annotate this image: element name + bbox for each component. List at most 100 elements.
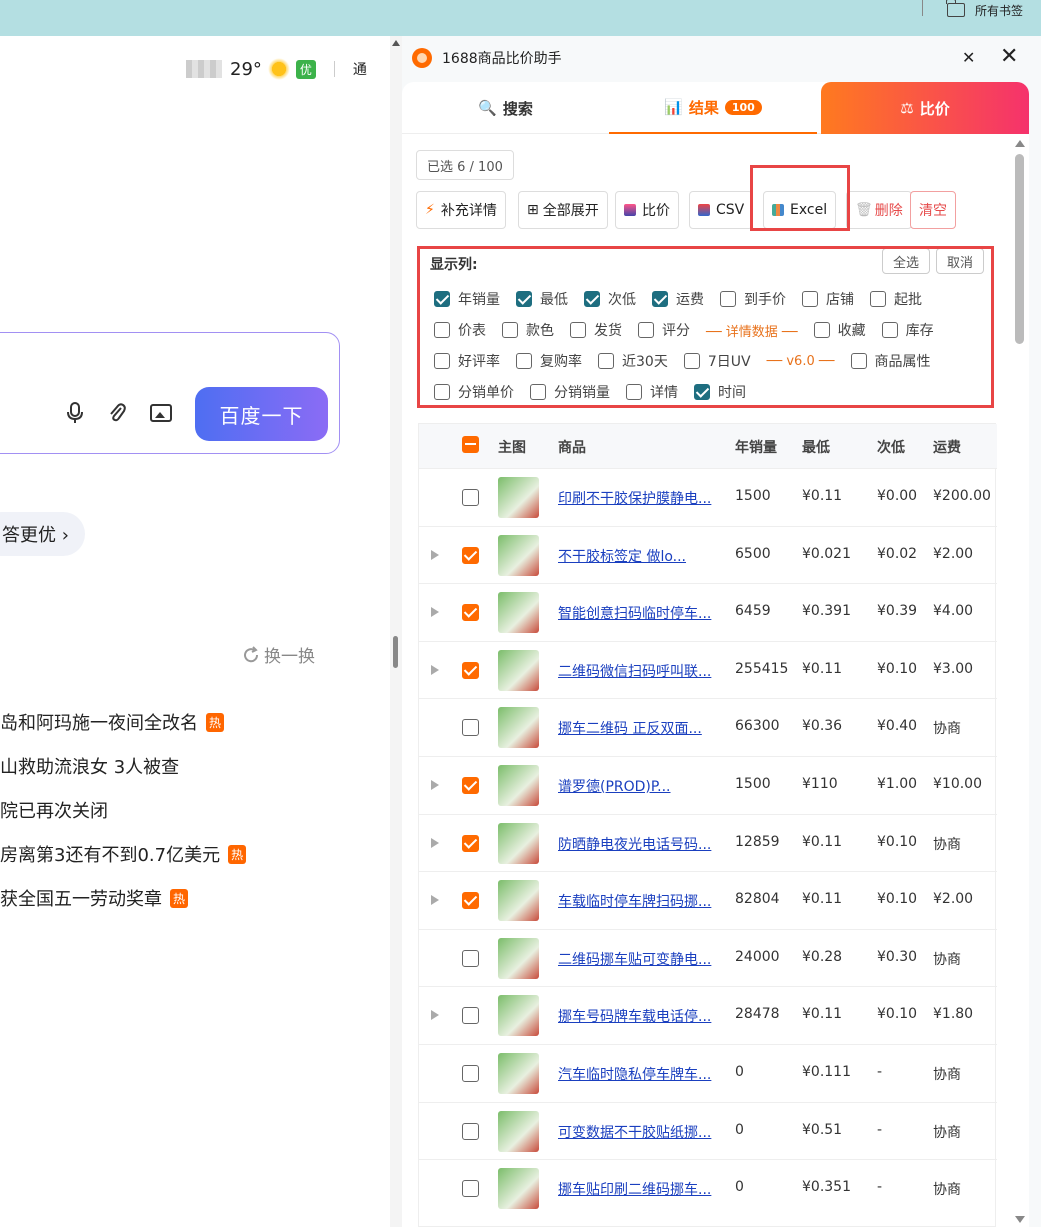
product-link[interactable]: 防晒静电夜光电话号码... [558,834,711,854]
csv-button[interactable]: CSV [689,191,754,229]
table-row[interactable]: 不干胶标签定 做lo... 6500 ¥0.021 ¥0.02 ¥2.00 [419,525,997,584]
expand-arrow-icon[interactable] [431,780,439,790]
expand-arrow-icon[interactable] [431,1010,439,1021]
row-checkbox[interactable] [462,834,479,852]
product-link[interactable]: 挪车贴印刷二维码挪车... [558,1179,711,1199]
product-thumbnail[interactable] [498,1053,539,1094]
product-thumbnail[interactable] [498,995,539,1037]
header-second[interactable]: 次低 [877,437,905,457]
row-checkbox[interactable] [462,1007,479,1025]
row-checkbox[interactable] [462,661,479,679]
header-product[interactable]: 商品 [558,437,586,457]
product-thumbnail[interactable] [498,937,539,979]
row-checkbox[interactable] [462,1122,479,1140]
sales-cell: 82804 [735,891,780,908]
microphone-icon[interactable] [66,402,84,424]
table-row[interactable]: 印刷不干胶保护膜静电... 1500 ¥0.11 ¥0.00 ¥200.00 [419,468,997,526]
fill-details-button[interactable]: ⚡ 补充详情 [416,191,506,229]
delete-button[interactable]: 🗑 删除 [846,191,912,229]
product-link[interactable]: 可变数据不干胶贴纸挪... [558,1122,711,1142]
product-thumbnail[interactable] [498,822,539,864]
close-icon[interactable]: ✕ [1000,44,1018,69]
table-row[interactable]: 谱罗德(PROD)P... 1500 ¥110 ¥1.00 ¥10.00 [419,756,997,814]
tab-result[interactable]: 📊 结果 100 [609,82,817,134]
hot-item[interactable]: 山救助流浪女 3人被查 [0,744,246,788]
compare-button[interactable]: 比价 [615,191,679,229]
product-link[interactable]: 挪车二维码 正反双面... [558,718,702,738]
expand-arrow-icon[interactable] [431,549,439,560]
row-checkbox[interactable] [462,1180,479,1198]
baidu-search-button[interactable]: 百度一下 [195,387,328,441]
expand-arrow-icon[interactable] [431,837,439,848]
product-link[interactable]: 谱罗德(PROD)P... [558,776,671,796]
scroll-up-arrow-icon[interactable] [392,40,400,46]
scroll-up-arrow-icon[interactable] [1015,140,1025,147]
hot-item[interactable]: 房离第3还有不到0.7亿美元热 [0,832,247,876]
highlight-box-columns [417,246,994,408]
row-checkbox[interactable] [462,777,479,794]
unpin-icon[interactable]: ✕ [962,48,975,67]
image-search-icon[interactable] [150,404,172,422]
hot-item[interactable]: 获全国五一劳动奖章热 [0,876,246,920]
product-link[interactable]: 不干胶标签定 做lo... [558,546,686,566]
product-thumbnail[interactable] [498,707,539,749]
header-lowest[interactable]: 最低 [802,437,830,457]
product-link[interactable]: 二维码挪车贴可变静电... [558,949,711,969]
product-thumbnail[interactable] [498,649,539,691]
product-thumbnail[interactable] [498,1168,539,1210]
product-thumbnail[interactable] [498,880,539,922]
tab-compare[interactable]: ⚖ 比价 [821,82,1029,134]
table-row[interactable]: 智能创意扫码临时停车... 6459 ¥0.391 ¥0.39 ¥4.00 [419,583,997,641]
expand-arrow-icon[interactable] [431,664,439,675]
header-shipping[interactable]: 运费 [933,437,961,457]
table-row[interactable]: 挪车号码牌车载电话停... 28478 ¥0.11 ¥0.10 ¥1.80 [419,986,997,1044]
row-checkbox[interactable] [462,546,479,564]
table-row[interactable]: 可变数据不干胶贴纸挪... 0 ¥0.51 - 协商 [419,1101,997,1160]
row-checkbox[interactable] [462,892,479,910]
product-link[interactable]: 智能创意扫码临时停车... [558,603,711,623]
table-row[interactable]: 汽车临时隐私停车牌车... 0 ¥0.111 - 协商 [419,1044,997,1102]
product-thumbnail[interactable] [498,765,539,806]
row-checkbox[interactable] [462,719,479,737]
expand-arrow-icon[interactable] [431,607,439,618]
refresh-hot-button[interactable]: 换一换 [242,642,315,667]
product-thumbnail[interactable] [498,592,539,634]
scroll-down-arrow-icon[interactable] [1015,1216,1025,1223]
scroll-thumb[interactable] [1015,154,1024,344]
hot-search-list: 岛和阿玛施一夜间全改名热 山救助流浪女 3人被查 院已再次关闭 房离第3还有不到… [0,700,247,920]
product-link[interactable]: 车载临时停车牌扫码挪... [558,891,711,911]
row-checkbox[interactable] [462,949,479,967]
table-row[interactable]: 防晒静电夜光电话号码... 12859 ¥0.11 ¥0.10 协商 [419,813,997,872]
all-bookmarks-button[interactable]: 所有书签 [946,0,1023,20]
answer-chip[interactable]: 答更优 › [0,512,85,556]
header-sales[interactable]: 年销量 [735,437,777,457]
expand-all-button[interactable]: ⊞ 全部展开 [518,191,608,229]
product-link[interactable]: 二维码微信扫码呼叫联... [558,661,711,681]
attachment-icon[interactable] [108,402,126,424]
table-row[interactable]: 二维码挪车贴可变静电... 24000 ¥0.28 ¥0.30 协商 [419,928,997,987]
row-checkbox[interactable] [462,489,479,506]
table-row[interactable]: 二维码微信扫码呼叫联... 255415 ¥0.11 ¥0.10 ¥3.00 [419,640,997,699]
product-thumbnail[interactable] [498,1110,539,1152]
table-row[interactable]: 挪车二维码 正反双面... 66300 ¥0.36 ¥0.40 协商 [419,698,997,756]
product-thumbnail[interactable] [498,534,539,576]
product-link[interactable]: 汽车临时隐私停车牌车... [558,1064,711,1084]
table-row[interactable]: 挪车贴印刷二维码挪车... 0 ¥0.351 - 协商 [419,1159,997,1217]
row-checkbox[interactable] [462,604,479,622]
table-row[interactable]: 车载临时停车牌扫码挪... 82804 ¥0.11 ¥0.10 ¥2.00 [419,871,997,929]
row-checkbox[interactable] [462,1065,479,1082]
expand-arrow-icon[interactable] [431,895,439,906]
top-right-link[interactable]: 通 [353,59,367,79]
weather-widget[interactable]: 29° 优 通 [186,58,367,80]
left-scrollbar[interactable] [390,36,402,1227]
product-link[interactable]: 印刷不干胶保护膜静电... [558,488,711,508]
scroll-thumb[interactable] [393,636,398,668]
product-link[interactable]: 挪车号码牌车载电话停... [558,1006,711,1026]
panel-scrollbar[interactable] [1012,134,1027,1227]
product-thumbnail[interactable] [498,477,539,518]
clear-button[interactable]: 清空 [910,191,956,229]
select-all-checkbox[interactable] [462,436,479,453]
tab-search[interactable]: 🔍 搜索 [402,82,609,134]
hot-item[interactable]: 岛和阿玛施一夜间全改名热 [0,700,246,744]
hot-item[interactable]: 院已再次关闭 [0,788,246,832]
